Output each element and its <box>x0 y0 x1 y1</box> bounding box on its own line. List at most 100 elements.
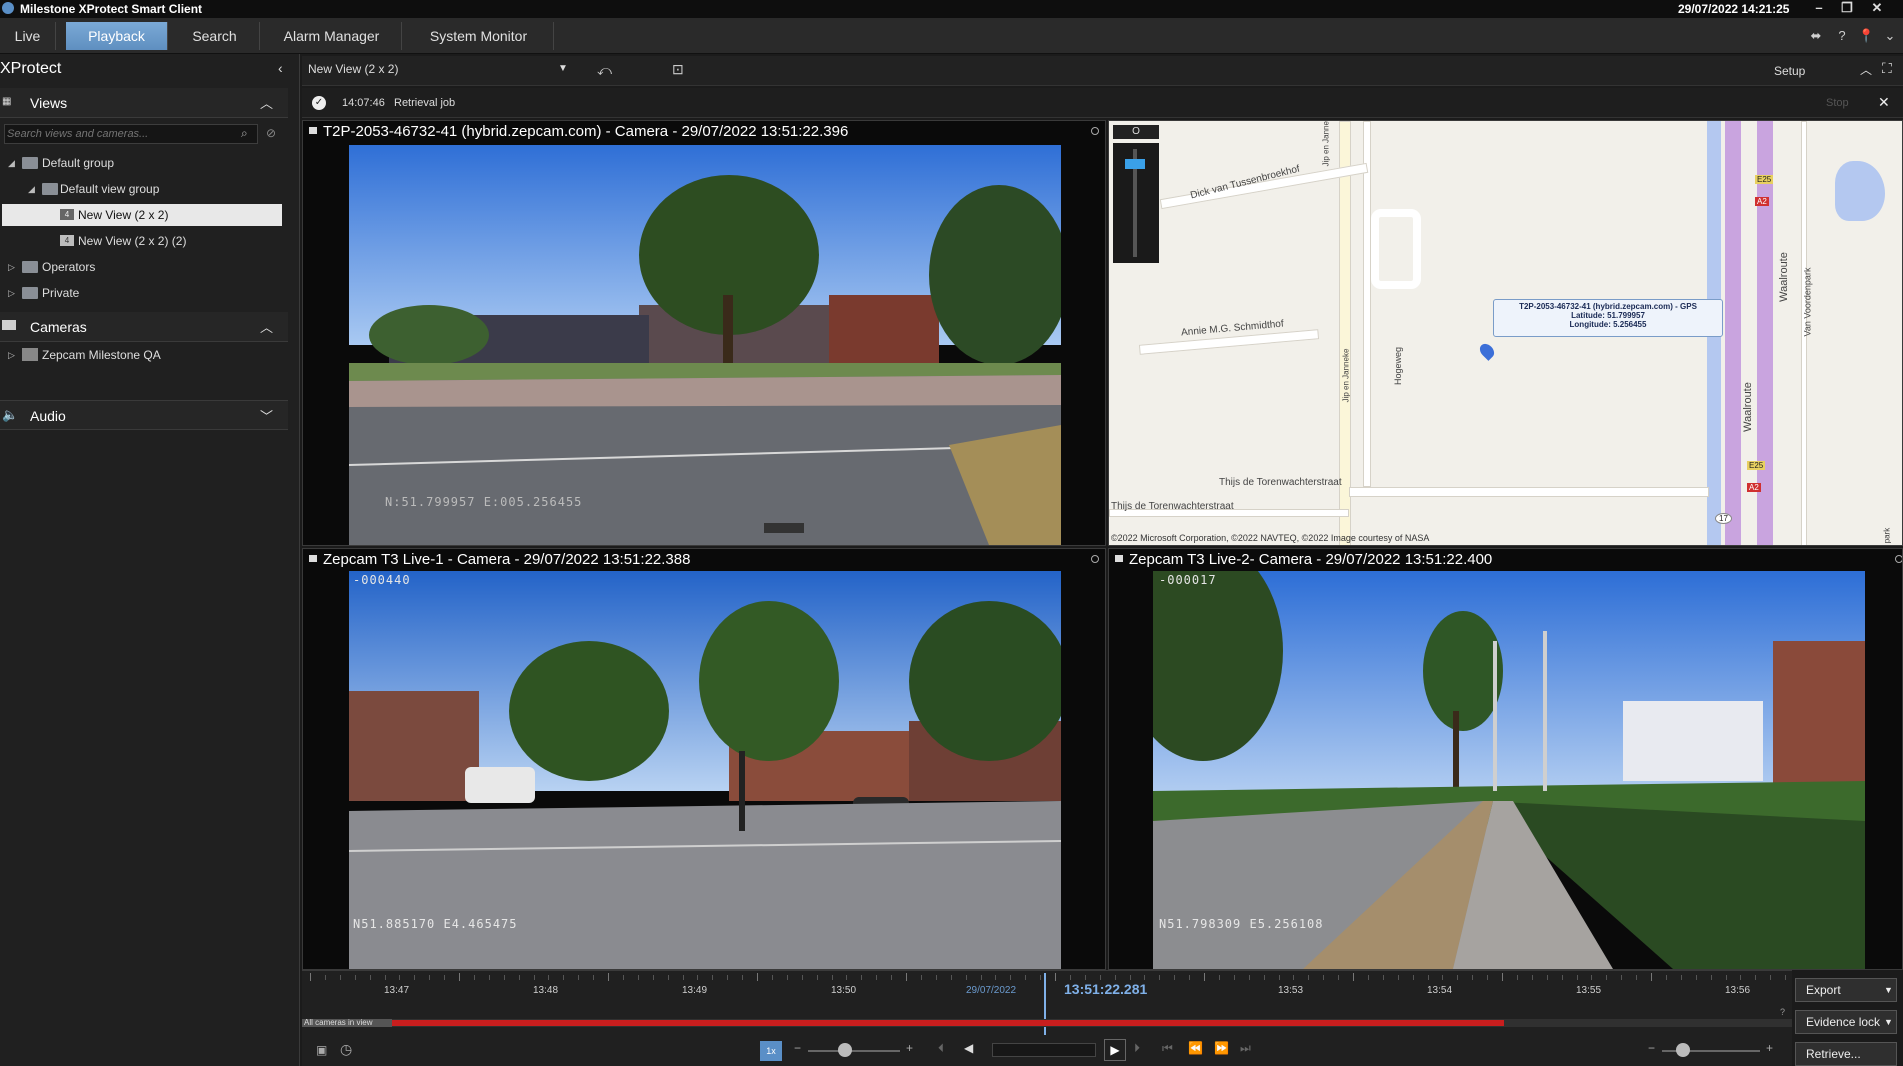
speed-slider-track[interactable] <box>808 1050 900 1052</box>
tree-item-view-2x2[interactable]: 4 New View (2 x 2) <box>2 204 282 226</box>
tree-label: Default view group <box>60 182 160 196</box>
tile-title: Zepcam T3 Live-2- Camera - 29/07/2022 13… <box>1129 551 1493 568</box>
retrieve-button[interactable]: Retrieve... <box>1795 1042 1897 1066</box>
map-zoom-label[interactable]: O <box>1113 125 1159 139</box>
minor-tick <box>1561 975 1563 980</box>
recording-track[interactable]: All cameras in view <box>302 1018 1792 1027</box>
chevron-down-icon[interactable]: ﹀ <box>260 406 273 425</box>
map-zoom-slider[interactable] <box>1113 143 1159 263</box>
minor-tick <box>1755 975 1757 980</box>
close-job-icon[interactable]: ✕ <box>1878 94 1890 111</box>
audio-section-header[interactable]: 🔈 Audio ﹀ <box>0 400 288 430</box>
minimize-icon[interactable]: – <box>1808 0 1830 18</box>
setup-button[interactable]: Setup <box>1774 64 1805 78</box>
tile-menu-icon[interactable] <box>1091 555 1099 563</box>
first-sequence-icon[interactable]: ⏮ <box>1162 1041 1173 1056</box>
help-marker[interactable]: ? <box>1780 1007 1785 1017</box>
help-icon[interactable]: ? <box>1834 28 1850 44</box>
play-forward-icon[interactable]: ▶ <box>1104 1039 1126 1061</box>
filter-tag-icon[interactable]: ⊘ <box>266 126 276 140</box>
minor-tick <box>801 975 803 980</box>
retrieve-label: Retrieve... <box>1806 1047 1861 1061</box>
camera-tile-3[interactable]: Zepcam T3 Live-1 - Camera - 29/07/2022 1… <box>302 548 1106 970</box>
dropdown-arrow-icon[interactable]: ▼ <box>558 63 568 74</box>
dropdown-arrow-icon[interactable]: ▼ <box>1884 979 1893 1001</box>
previous-frame-icon[interactable]: ⏴ <box>938 1041 944 1056</box>
undo-icon[interactable]: ⤺ <box>597 62 612 79</box>
tile-menu-icon[interactable] <box>1091 127 1099 135</box>
minor-tick <box>1308 975 1310 980</box>
snapshot-icon[interactable]: ▣ <box>316 1043 327 1057</box>
view-selector[interactable]: New View (2 x 2) ▼ <box>308 62 568 80</box>
pin-icon[interactable]: 📍 <box>1858 28 1874 44</box>
jog-shuttle[interactable] <box>992 1043 1096 1057</box>
expand-triangle-icon[interactable]: ◢ <box>8 152 15 174</box>
evidence-lock-button[interactable]: Evidence lock ▼ <box>1795 1010 1897 1034</box>
tree-item-private[interactable]: ▷ Private <box>6 282 286 304</box>
dropdown-arrow-icon[interactable]: ▼ <box>1884 1011 1893 1033</box>
collapse-panel-icon[interactable]: ‹ <box>278 60 283 76</box>
cameras-section-header[interactable]: Cameras ︿ <box>0 312 288 342</box>
clock-icon[interactable]: ◷ <box>340 1041 352 1058</box>
connection-icon[interactable]: ⬌ <box>1808 28 1824 44</box>
tree-item-default-group[interactable]: ◢ Default group <box>6 152 286 174</box>
last-sequence-icon[interactable]: ⏭ <box>1240 1041 1251 1056</box>
tree-item-operators[interactable]: ▷ Operators <box>6 256 286 278</box>
time-ruler[interactable]: 13:47 13:48 13:49 13:50 29/07/2022 13:51… <box>302 971 1792 1001</box>
minor-tick <box>354 975 356 980</box>
zoom-thumb[interactable] <box>1125 159 1145 169</box>
collapsed-triangle-icon[interactable]: ▷ <box>8 282 15 304</box>
system-clock: 29/07/2022 14:21:25 <box>1678 2 1790 16</box>
restore-icon[interactable]: ❐ <box>1836 0 1858 18</box>
tab-alarm-manager[interactable]: Alarm Manager <box>262 22 402 50</box>
speed-minus-icon[interactable]: − <box>794 1041 801 1055</box>
camera-tile-1[interactable]: T2P-2053-46732-41 (hybrid.zepcam.com) - … <box>302 120 1106 546</box>
menu-chevron-icon[interactable]: ⌄ <box>1882 28 1898 44</box>
play-reverse-icon[interactable]: ◀ <box>964 1041 973 1055</box>
views-section-header[interactable]: ▦ Views ︿ <box>0 88 288 118</box>
speed-indicator[interactable]: 1x <box>760 1041 782 1061</box>
minor-tick <box>1516 975 1518 980</box>
timeline-zoom-thumb[interactable] <box>1676 1043 1690 1057</box>
street-label: Waalroute <box>1777 252 1790 302</box>
search-views-input[interactable] <box>7 126 227 142</box>
tree-item-default-view-group[interactable]: ◢ Default view group <box>26 178 286 200</box>
expand-triangle-icon[interactable]: ◢ <box>28 178 35 200</box>
collapsed-triangle-icon[interactable]: ▷ <box>8 256 15 278</box>
map-copyright: ©2022 Microsoft Corporation, ©2022 NAVTE… <box>1111 533 1430 543</box>
chevron-up-icon[interactable]: ︿ <box>260 317 273 336</box>
tab-playback[interactable]: Playback <box>66 22 168 50</box>
gps-overlay-text: N51.885170 E4.465475 <box>353 917 518 931</box>
collapsed-triangle-icon[interactable]: ▷ <box>8 344 15 366</box>
next-sequence-icon[interactable]: ⏩ <box>1214 1041 1229 1055</box>
speed-slider-thumb[interactable] <box>838 1043 852 1057</box>
search-icon[interactable]: ⌕ <box>241 126 248 141</box>
street-label: Jip en Janneke <box>1341 348 1351 403</box>
camera-tile-4[interactable]: Zepcam T3 Live-2- Camera - 29/07/2022 13… <box>1108 548 1903 970</box>
export-button[interactable]: Export ▼ <box>1795 978 1897 1002</box>
zoom-view-icon[interactable]: ⊡ <box>672 61 684 78</box>
chevron-up-icon[interactable]: ︿ <box>260 93 273 112</box>
speed-plus-icon[interactable]: + <box>906 1041 913 1055</box>
tab-system-monitor[interactable]: System Monitor <box>404 22 554 50</box>
tree-label: Default group <box>42 156 115 170</box>
fullscreen-icon[interactable]: ⛶ <box>1882 60 1892 77</box>
recording-bar <box>392 1020 1504 1026</box>
tile-menu-icon[interactable] <box>1895 555 1902 563</box>
stop-job-button[interactable]: Stop <box>1826 97 1849 109</box>
tree-item-view-2x2-2[interactable]: 4 New View (2 x 2) (2) <box>2 230 282 252</box>
tab-search[interactable]: Search <box>170 22 260 50</box>
zoom-plus-icon[interactable]: + <box>1766 1041 1773 1055</box>
playback-timeline[interactable]: 13:47 13:48 13:49 13:50 29/07/2022 13:51… <box>302 970 1792 1066</box>
tab-live[interactable]: Live <box>0 22 56 50</box>
zoom-minus-icon[interactable]: − <box>1648 1041 1655 1055</box>
minor-tick <box>1531 975 1533 980</box>
close-window-icon[interactable]: ✕ <box>1866 0 1888 18</box>
map-tile[interactable]: Dick van Tussenbroekhof Annie M.G. Schmi… <box>1108 120 1903 546</box>
minor-tick <box>324 975 326 980</box>
next-frame-icon[interactable]: ⏵ <box>1134 1041 1140 1056</box>
minor-tick <box>1144 975 1146 980</box>
chevron-up-icon[interactable]: ︿ <box>1860 61 1872 78</box>
previous-sequence-icon[interactable]: ⏪ <box>1188 1041 1203 1055</box>
tree-item-zepcam-qa[interactable]: ▷ Zepcam Milestone QA <box>6 344 286 366</box>
